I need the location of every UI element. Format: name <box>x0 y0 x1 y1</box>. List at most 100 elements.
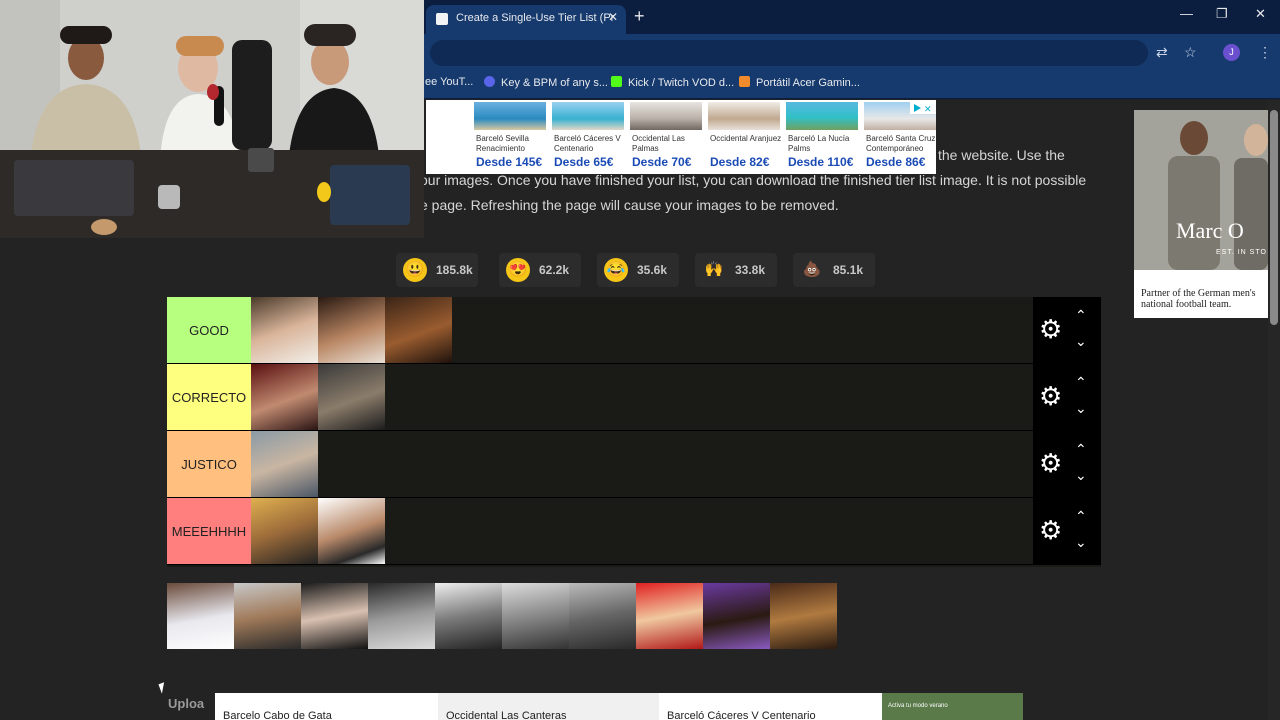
bookmark-item[interactable]: Key & BPM of any s... <box>484 76 608 89</box>
intro-text-line: our images. Once you have finished your … <box>420 172 1087 188</box>
ad-hotel-name: Occidental Las Palmas <box>632 134 685 153</box>
ad-price: Desde 65€ <box>554 155 614 169</box>
svg-text:✕: ✕ <box>924 104 932 114</box>
ad-card[interactable]: Barceló La Nucía Palms Desde 110€ <box>784 100 860 174</box>
pool-item-image[interactable] <box>636 583 703 649</box>
tier-item-image[interactable] <box>385 297 452 363</box>
translate-icon[interactable]: ⇄ <box>1156 44 1168 61</box>
ad-card-title[interactable]: Occidental Las Canteras <box>438 693 659 720</box>
pool-item-image[interactable] <box>770 583 837 649</box>
gear-icon[interactable]: ⚙ <box>1039 316 1062 342</box>
intro-text-line: the website. Use the <box>938 147 1065 163</box>
upload-images-label[interactable]: Uploa <box>168 696 204 711</box>
pool-item-image[interactable] <box>167 583 234 649</box>
adchoices-icon[interactable]: ✕ <box>910 101 936 114</box>
pool-item-image[interactable] <box>569 583 636 649</box>
intro-text-line: e page. Refreshing the page will cause y… <box>420 197 839 213</box>
tier-row-meeehhhh: MEEEHHHH ⚙ ⌃ ⌄ <box>167 498 1101 565</box>
reaction-button[interactable]: 😃 185.8k <box>396 253 478 287</box>
grinning-face-icon: 😃 <box>403 258 427 282</box>
chevron-down-icon[interactable]: ⌄ <box>1075 400 1087 417</box>
bookmark-item[interactable]: Portátil Acer Gamin... <box>739 76 860 89</box>
tier-item-image[interactable] <box>251 498 318 564</box>
tier-label[interactable]: MEEEHHHH <box>167 498 251 564</box>
reaction-count: 85.1k <box>833 263 864 277</box>
tier-item-image[interactable] <box>318 297 385 363</box>
ad-hotel-name: Occidental Aranjuez <box>710 134 782 143</box>
kebab-menu-icon[interactable]: ⋮ <box>1258 44 1272 61</box>
webcam-overlay <box>0 0 424 238</box>
tier-item-image[interactable] <box>251 297 318 363</box>
ad-card-title[interactable]: Barceló Cáceres V Centenario <box>659 693 880 720</box>
pool-item-image[interactable] <box>368 583 435 649</box>
chevron-down-icon[interactable]: ⌄ <box>1075 333 1087 350</box>
new-tab-button[interactable]: + <box>634 6 645 27</box>
reaction-count: 62.2k <box>539 263 570 277</box>
reaction-button[interactable]: 😂 35.6k <box>597 253 679 287</box>
close-window-button[interactable]: ✕ <box>1255 6 1266 22</box>
hotel-ad-banner[interactable]: Barceló Sevilla Renacimiento Desde 145€ … <box>426 100 936 174</box>
chevron-down-icon[interactable]: ⌄ <box>1075 534 1087 551</box>
ad-promo-image[interactable]: Activa tu modo verano <box>882 693 1023 720</box>
bookmark-item[interactable]: Kick / Twitch VOD d... <box>611 76 734 89</box>
chevron-up-icon[interactable]: ⌃ <box>1075 374 1087 391</box>
ad-card[interactable]: Barceló Cáceres V Centenario Desde 65€ <box>550 100 626 174</box>
tier-controls: ⚙ ⌃ ⌄ <box>1033 297 1101 363</box>
pool-item-image[interactable] <box>435 583 502 649</box>
tab-close-icon[interactable]: ✕ <box>608 10 618 24</box>
chevron-down-icon[interactable]: ⌄ <box>1075 467 1087 484</box>
tier-row-correcto: CORRECTO ⚙ ⌃ ⌄ <box>167 364 1101 431</box>
ad-card-title[interactable]: Barcelo Cabo de Gata <box>215 693 436 720</box>
restore-button[interactable]: ❐ <box>1216 6 1228 22</box>
ad-card[interactable]: Barceló Sevilla Renacimiento Desde 145€ <box>472 100 548 174</box>
pool-item-image[interactable] <box>502 583 569 649</box>
gear-icon[interactable]: ⚙ <box>1039 517 1062 543</box>
chevron-up-icon[interactable]: ⌃ <box>1075 508 1087 525</box>
bookmark-item[interactable]: ee YouT... <box>425 76 473 88</box>
tier-item-image[interactable] <box>251 364 318 430</box>
key-bpm-icon <box>484 76 495 87</box>
browser-tab[interactable]: Create a Single-Use Tier List (Pr ✕ <box>426 5 626 34</box>
ad-card[interactable]: Occidental Las Palmas Desde 70€ <box>628 100 704 174</box>
reaction-count: 185.8k <box>436 263 473 277</box>
heart-eyes-icon: 😍 <box>506 258 530 282</box>
profile-avatar[interactable]: J <box>1223 44 1240 61</box>
chevron-up-icon[interactable]: ⌃ <box>1075 307 1087 324</box>
ad-price: Desde 145€ <box>476 155 543 169</box>
ad-brand-tagline: EST. IN STO <box>1216 249 1267 256</box>
tier-label[interactable]: GOOD <box>167 297 251 363</box>
tier-controls: ⚙ ⌃ ⌄ <box>1033 498 1101 564</box>
chevron-up-icon[interactable]: ⌃ <box>1075 441 1087 458</box>
pool-item-image[interactable] <box>703 583 770 649</box>
marc-opolo-ad[interactable]: Marc O EST. IN STO Partner of the German… <box>1134 110 1268 318</box>
tier-controls: ⚙ ⌃ ⌄ <box>1033 364 1101 430</box>
ad-card[interactable]: Occidental Aranjuez Desde 82€ <box>706 100 782 174</box>
tiermaker-favicon-icon <box>436 13 448 25</box>
ad-brand-name: Marc O <box>1176 218 1244 243</box>
minimize-button[interactable]: — <box>1180 6 1193 21</box>
tier-item-image[interactable] <box>318 498 385 564</box>
reaction-button[interactable]: 🙌 33.8k <box>695 253 777 287</box>
reaction-button[interactable]: 😍 62.2k <box>499 253 581 287</box>
ad-photo <box>1134 110 1268 270</box>
gear-icon[interactable]: ⚙ <box>1039 450 1062 476</box>
ad-hotel-name: Barceló Santa Cruz Contemporáneo <box>866 134 936 153</box>
pool-item-image[interactable] <box>234 583 301 649</box>
ad-photo <box>786 102 858 130</box>
ad-price: Desde 70€ <box>632 155 692 169</box>
reaction-count: 33.8k <box>735 263 766 277</box>
bottom-hotel-ad[interactable]: Barcelo Cabo de Gata Occidental Las Cant… <box>215 693 1023 720</box>
gear-icon[interactable]: ⚙ <box>1039 383 1062 409</box>
tier-label[interactable]: CORRECTO <box>167 364 251 430</box>
tab-title: Create a Single-Use Tier List (Pr <box>456 12 615 24</box>
scrollbar-thumb[interactable] <box>1270 110 1278 325</box>
pool-item-image[interactable] <box>301 583 368 649</box>
tier-label[interactable]: JUSTICO <box>167 431 251 497</box>
tier-item-image[interactable] <box>318 364 385 430</box>
star-icon[interactable]: ☆ <box>1184 44 1197 61</box>
tier-item-image[interactable] <box>251 431 318 497</box>
reaction-button[interactable]: 💩 85.1k <box>793 253 875 287</box>
ad-price: Desde 110€ <box>788 155 854 169</box>
address-bar[interactable] <box>430 40 1148 66</box>
ad-hotel-name: Barceló Sevilla Renacimiento <box>476 134 529 153</box>
